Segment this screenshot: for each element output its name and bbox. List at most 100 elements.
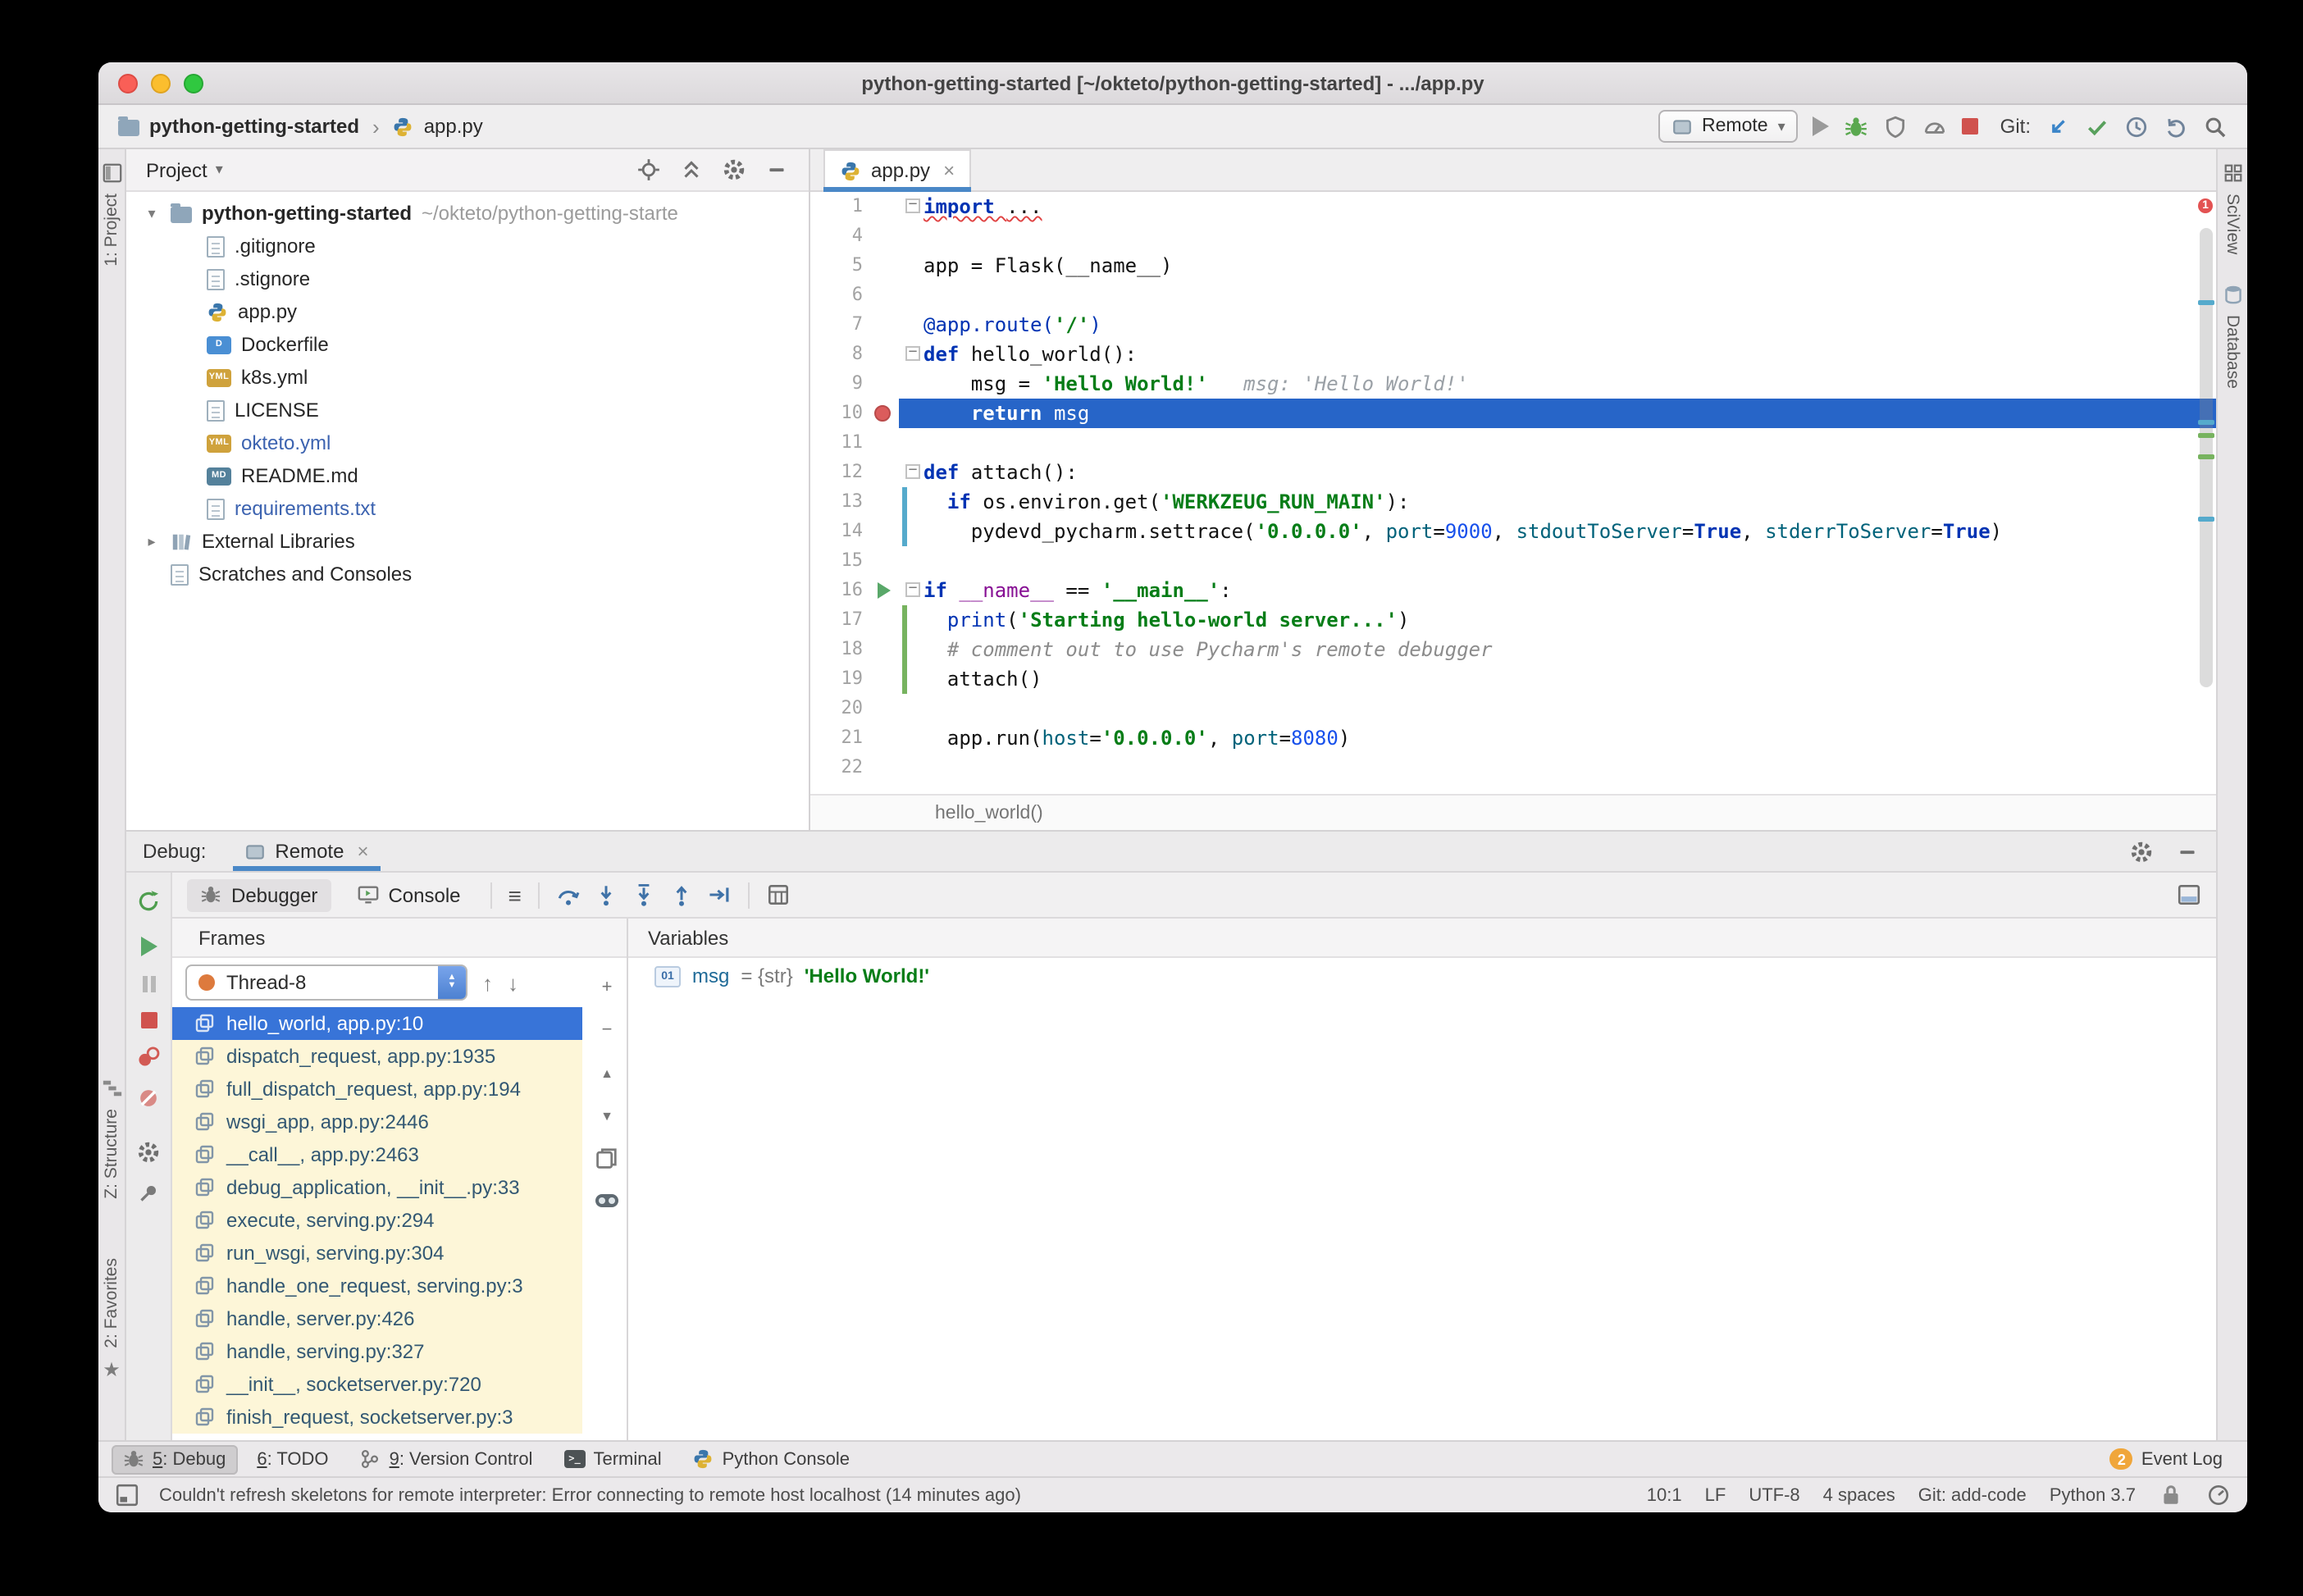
hide-panel-icon[interactable] [764,157,789,182]
code-line-17[interactable]: 17 print('Starting hello-world server...… [810,605,2216,635]
debugger-settings-icon[interactable] [136,1140,161,1165]
code-text[interactable]: − if __name__ == '__main__': [899,576,2216,605]
stack-frame-row[interactable]: debug_application, __init__.py:33 [172,1171,582,1204]
tree-item-license[interactable]: LICENSE [126,394,809,426]
run-line-icon[interactable] [878,582,891,599]
tab-console[interactable]: Console [344,878,473,911]
thread-stepper[interactable]: ▲ ▼ [438,966,466,999]
code-text[interactable] [899,753,2216,782]
code-line-14[interactable]: 14 pydevd_pycharm.settrace('0.0.0.0', po… [810,517,2216,546]
line-number[interactable]: 20 [810,694,873,723]
code-text[interactable] [899,546,2216,576]
step-over-button[interactable] [556,882,581,907]
toolstripe-favorites-button[interactable]: 2: Favorites ★ [98,1258,125,1381]
status-item-10-1[interactable]: 10:1 [1647,1485,1682,1505]
code-line-10[interactable]: 10 return msg [810,399,2216,428]
code-text[interactable]: app.run(host='0.0.0.0', port=8080) [899,723,2216,753]
status-item-lf[interactable]: LF [1705,1485,1726,1505]
stripe-mark[interactable] [2198,433,2214,438]
breakpoint-icon[interactable] [874,405,891,422]
copy-stack-icon[interactable] [594,1145,620,1171]
breadcrumb-file[interactable]: app.py [424,115,483,138]
stack-frame-row[interactable]: __init__, socketserver.py:720 [172,1368,582,1401]
line-number[interactable]: 11 [810,428,873,458]
fold-marker-icon[interactable]: − [905,581,920,597]
variable-row[interactable]: 01 msg = {str} 'Hello World!' [628,958,2216,994]
code-line-5[interactable]: 5 app = Flask(__name__) [810,251,2216,280]
tree-item-k8s-yml[interactable]: YML k8s.yml [126,361,809,394]
toolwindow-button-python-console[interactable]: Python Console [682,1444,861,1474]
line-number[interactable]: 14 [810,517,873,546]
code-line-6[interactable]: 6 [810,280,2216,310]
line-number[interactable]: 16 [810,576,873,605]
git-rollback-button[interactable] [2164,114,2188,139]
code-line-9[interactable]: 9 msg = 'Hello World!' msg: 'Hello World… [810,369,2216,399]
window-zoom-button[interactable] [184,74,203,93]
line-number[interactable]: 17 [810,605,873,635]
pin-tab-icon[interactable] [136,1181,161,1206]
stack-frame-row[interactable]: run_wsgi, serving.py:304 [172,1237,582,1270]
gutter-cell[interactable] [873,753,899,782]
fold-marker-icon[interactable]: − [905,345,920,361]
toolwindow-button-terminal[interactable]: >_ Terminal [552,1444,673,1474]
tree-collapsed-icon[interactable]: ▸ [143,532,161,550]
tree-root-row[interactable]: ▾ python-getting-started ~/okteto/python… [126,197,809,230]
chevron-down-icon[interactable]: ▾ [216,161,223,179]
lock-icon[interactable] [2159,1483,2183,1507]
toolstripe-structure-button[interactable]: Z: Structure [98,1078,125,1199]
code-line-15[interactable]: 15 [810,546,2216,576]
code-text[interactable]: app = Flask(__name__) [899,251,2216,280]
gutter-cell[interactable] [873,635,899,664]
line-number[interactable]: 10 [810,399,873,428]
toolwindow-button-event-log[interactable]: 2 Event Log [2099,1444,2234,1474]
gutter-cell[interactable] [873,310,899,340]
line-number[interactable]: 22 [810,753,873,782]
gutter-cell[interactable] [873,192,899,221]
line-number[interactable]: 13 [810,487,873,517]
stack-frame-row[interactable]: finish_request, socketserver.py:3 [172,1401,582,1434]
coverage-button[interactable] [1884,114,1909,139]
profiler-button[interactable] [1923,114,1948,139]
code-text[interactable] [899,221,2216,251]
run-to-cursor-button[interactable] [707,882,732,907]
git-update-button[interactable] [2045,114,2070,139]
collapse-all-icon[interactable] [679,157,704,182]
gutter-cell[interactable] [873,605,899,635]
tree-item-requirements-txt[interactable]: requirements.txt [126,492,809,525]
toolstripe-database-button[interactable]: Database [2218,284,2247,389]
line-number[interactable]: 1 [810,192,873,221]
gutter-cell[interactable] [873,399,899,428]
gutter-cell[interactable] [873,576,899,605]
debug-settings-gear-icon[interactable] [2129,839,2154,864]
breadcrumb-project[interactable]: python-getting-started [149,115,359,138]
stack-frame-row[interactable]: handle, serving.py:327 [172,1335,582,1368]
gutter-cell[interactable] [873,280,899,310]
stack-frame-row[interactable]: hello_world, app.py:10 [172,1007,582,1040]
background-tasks-icon[interactable] [2206,1483,2231,1507]
locate-file-icon[interactable] [636,157,661,182]
line-number[interactable]: 4 [810,221,873,251]
code-line-22[interactable]: 22 [810,753,2216,782]
tab-close-icon[interactable]: × [357,840,368,863]
stack-frame-row[interactable]: full_dispatch_request, app.py:194 [172,1073,582,1106]
code-line-7[interactable]: 7 @app.route('/') [810,310,2216,340]
gutter-cell[interactable] [873,340,899,369]
gear-icon[interactable] [722,157,746,182]
editor-breadcrumb[interactable]: hello_world() [935,803,1043,823]
previous-frame-button[interactable]: ↑ [482,970,493,995]
toggle-toolwindows-icon[interactable] [115,1483,139,1507]
code-line-21[interactable]: 21 app.run(host='0.0.0.0', port=8080) [810,723,2216,753]
resume-button[interactable] [140,937,157,956]
code-line-19[interactable]: 19 attach() [810,664,2216,694]
next-frame-button[interactable]: ↓ [508,970,518,995]
code-line-18[interactable]: 18 # comment out to use Pycharm's remote… [810,635,2216,664]
scroll-up-icon[interactable]: ▲ [594,1060,620,1086]
git-commit-button[interactable] [2085,114,2109,139]
line-number[interactable]: 21 [810,723,873,753]
gutter-cell[interactable] [873,723,899,753]
code-text[interactable]: − import ... [899,192,2216,221]
code-line-13[interactable]: 13 if os.environ.get('WERKZEUG_RUN_MAIN'… [810,487,2216,517]
code-text[interactable]: attach() [899,664,2216,694]
code-text[interactable]: return msg [899,399,2216,428]
line-number[interactable]: 12 [810,458,873,487]
